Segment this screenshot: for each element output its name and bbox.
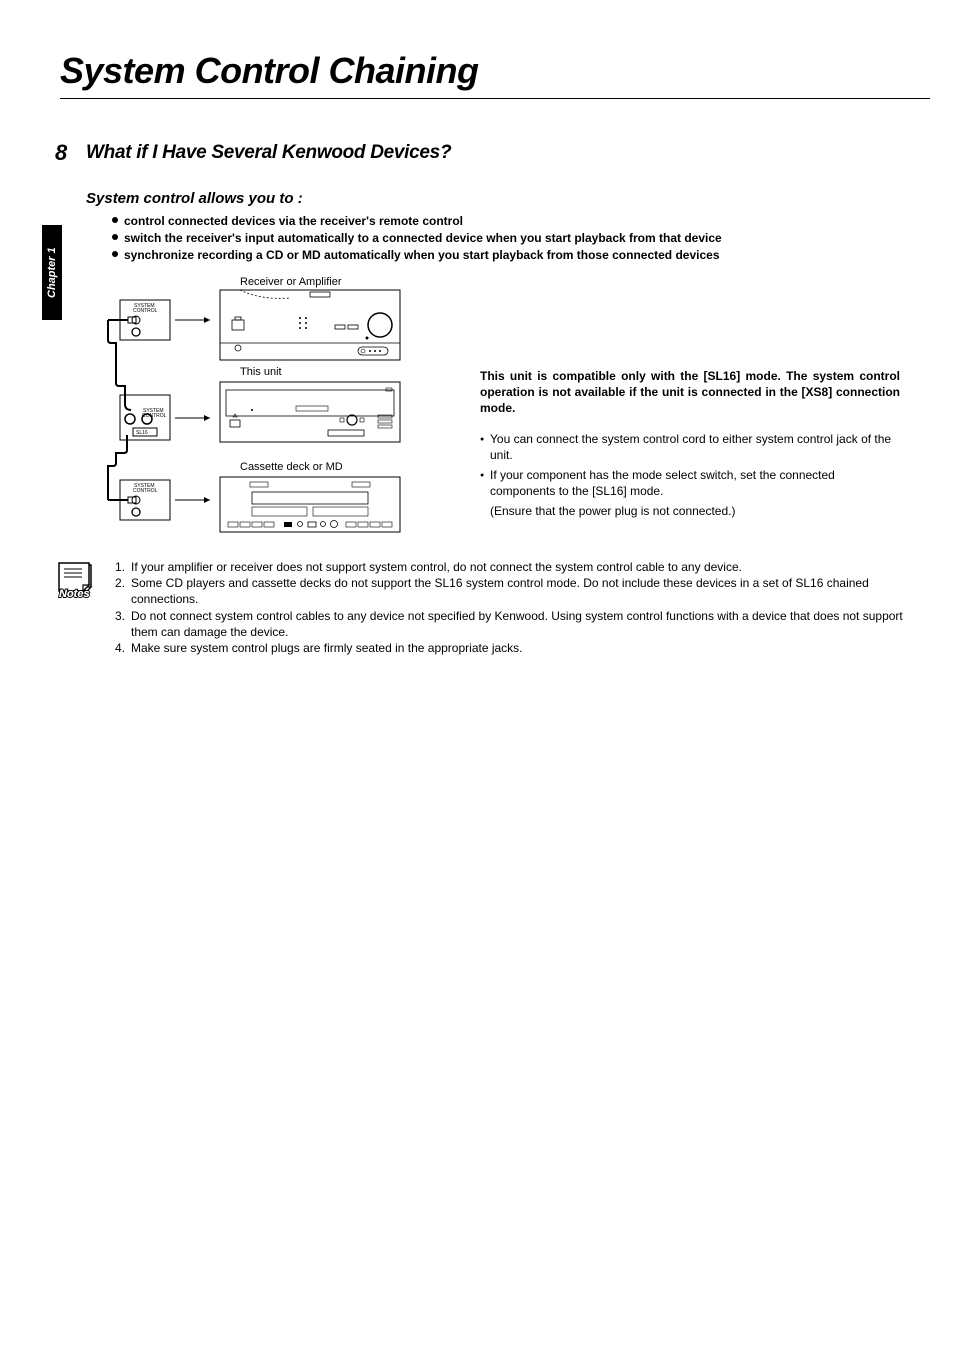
this-unit-box (220, 382, 400, 442)
compatibility-text-block: This unit is compatible only with the [S… (480, 368, 900, 520)
title-rule (60, 98, 930, 99)
svg-text:CONTROL: CONTROL (133, 308, 158, 314)
bullet-icon (112, 217, 118, 223)
cassette-box (220, 477, 400, 532)
svg-text:CONTROL: CONTROL (133, 488, 158, 494)
connection-diagram: Receiver or Amplifier This unit Cassette… (100, 270, 410, 555)
sc-panel-1: SYSTEM CONTROL (108, 300, 170, 340)
compat-point-1: You can connect the system control cord … (490, 431, 900, 463)
notes-list: 1.If your amplifier or receiver does not… (115, 559, 927, 656)
manual-page: System Control Chaining 8 What if I Have… (0, 0, 954, 1351)
note-number: 4. (115, 640, 131, 656)
diagram-label-this-unit: This unit (240, 366, 282, 378)
page-number: 8 (55, 140, 67, 166)
diagram-label-cassette: Cassette deck or MD (240, 461, 343, 473)
note-text: If your amplifier or receiver does not s… (131, 559, 927, 575)
receiver-box (220, 290, 400, 360)
section-heading: What if I Have Several Kenwood Devices? (86, 142, 451, 164)
note-number: 3. (115, 608, 131, 640)
bullet-icon (112, 251, 118, 257)
note-text: Some CD players and cassette decks do no… (131, 575, 927, 607)
bullet-icon (112, 234, 118, 240)
feature-bullet-list: control connected devices via the receiv… (112, 213, 722, 263)
bullet-text: switch the receiver's input automaticall… (124, 231, 722, 245)
subheading: System control allows you to : (86, 190, 303, 207)
note-number: 2. (115, 575, 131, 607)
sc-panel-3: SYSTEM CONTROL (108, 480, 170, 520)
svg-text:SL16: SL16 (136, 430, 148, 436)
notes-icon: Notes Notes (57, 559, 105, 656)
compat-point-3: (Ensure that the power plug is not conne… (490, 503, 900, 519)
compat-point-2: If your component has the mode select sw… (490, 467, 900, 499)
diagram-label-receiver: Receiver or Amplifier (240, 276, 342, 288)
bullet-icon (480, 431, 490, 463)
bullet-icon (480, 467, 490, 499)
note-number: 1. (115, 559, 131, 575)
title-area: System Control Chaining (60, 50, 914, 99)
note-text: Make sure system control plugs are firml… (131, 640, 927, 656)
page-title: System Control Chaining (60, 50, 914, 92)
note-text: Do not connect system control cables to … (131, 608, 927, 640)
svg-text:Notes: Notes (59, 588, 90, 600)
bullet-text: synchronize recording a CD or MD automat… (124, 248, 720, 262)
notes-block: Notes Notes 1.If your amplifier or recei… (57, 559, 927, 656)
compat-bold-paragraph: This unit is compatible only with the [S… (480, 368, 900, 417)
bullet-text: control connected devices via the receiv… (124, 214, 463, 228)
sc-panel-2: SYSTEM CONTROL SL16 (120, 395, 170, 440)
chapter-tab: Chapter 1 (42, 225, 62, 320)
